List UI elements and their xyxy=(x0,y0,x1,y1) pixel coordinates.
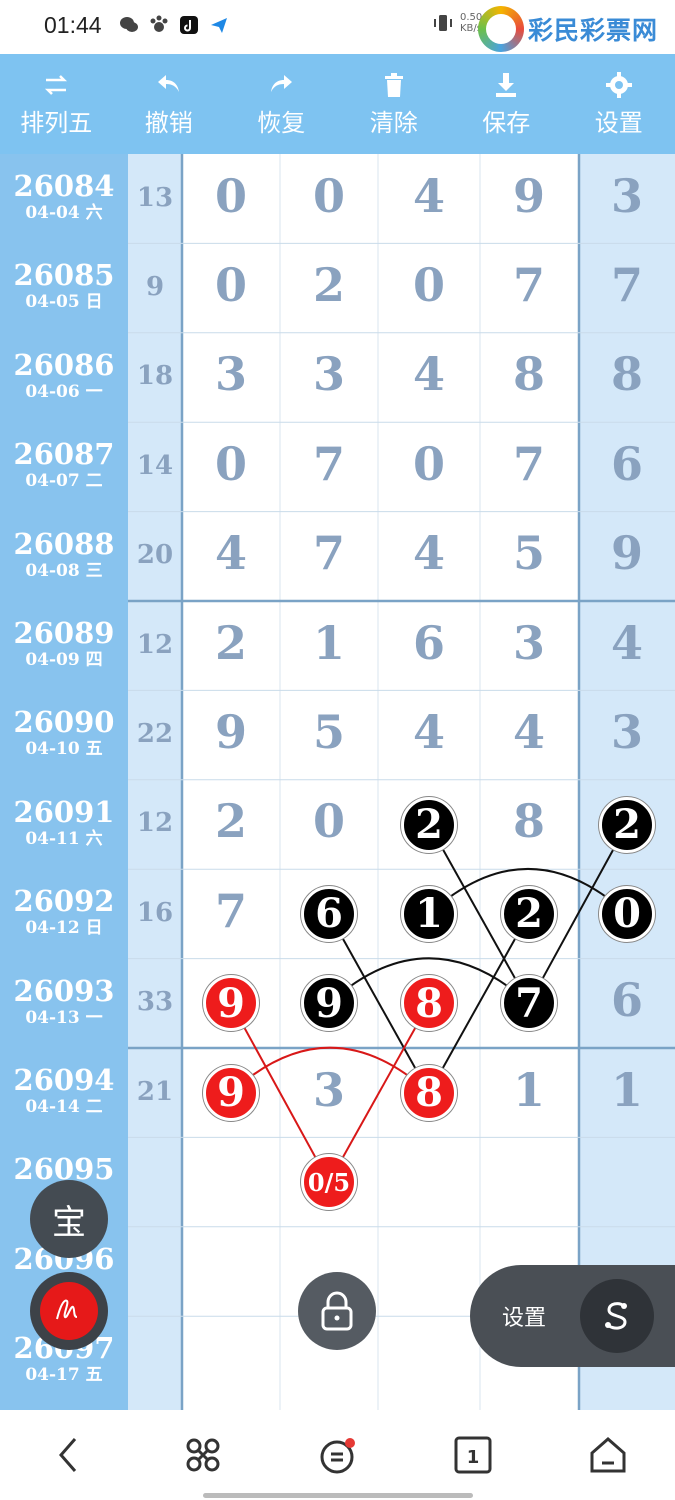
black-mark[interactable]: 2 xyxy=(401,796,457,853)
menu-button[interactable] xyxy=(270,1410,405,1500)
home-button[interactable] xyxy=(540,1410,675,1500)
vibrate-icon xyxy=(434,15,452,31)
black-mark[interactable]: 7 xyxy=(501,975,557,1032)
gear-icon xyxy=(605,71,632,98)
swap-arrows-icon xyxy=(45,74,68,95)
black-mark[interactable]: 9 xyxy=(301,975,357,1032)
back-icon xyxy=(58,1438,76,1472)
redo-label: 恢复 xyxy=(257,108,306,137)
black-mark[interactable]: 2 xyxy=(599,796,655,853)
toolbar: 排列五 撤销 恢复 清除 保存 设置 xyxy=(0,54,675,154)
tab-count-icon: 1 xyxy=(454,1436,491,1474)
red-mark[interactable]: 8 xyxy=(401,1064,457,1121)
black-mark[interactable]: 2 xyxy=(501,885,557,942)
paw-icon xyxy=(148,14,170,36)
command-button[interactable] xyxy=(135,1410,270,1500)
status-time: 01:44 xyxy=(44,12,102,38)
watermark-logo-icon xyxy=(478,6,524,52)
home-indicator[interactable] xyxy=(203,1493,473,1498)
back-button[interactable] xyxy=(0,1410,135,1500)
red-mark[interactable]: 9 xyxy=(203,1064,259,1121)
home-icon xyxy=(590,1437,625,1473)
status-right: 0.50 KB/s xyxy=(432,12,482,34)
save-button[interactable]: 保存 xyxy=(450,54,563,154)
lock-button[interactable] xyxy=(298,1272,376,1350)
redo-button[interactable]: 恢复 xyxy=(225,54,338,154)
save-label: 保存 xyxy=(482,108,531,137)
trash-icon xyxy=(384,72,403,97)
settings-label: 设置 xyxy=(594,108,643,137)
pen-button[interactable] xyxy=(30,1272,108,1350)
redo-icon xyxy=(271,74,293,92)
black-mark[interactable]: 1 xyxy=(401,885,457,942)
status-bar: 01:44 0.50 KB/s 彩民彩票网 xyxy=(0,0,675,54)
red-mark[interactable]: 0/5 xyxy=(301,1154,357,1211)
black-mark[interactable]: 0 xyxy=(599,885,655,942)
red-mark[interactable]: 8 xyxy=(401,975,457,1032)
clear-label: 清除 xyxy=(369,108,418,137)
settings-pill[interactable]: 设置 xyxy=(470,1265,675,1367)
undo-icon xyxy=(157,74,179,92)
clear-button[interactable]: 清除 xyxy=(338,54,451,154)
notification-icons xyxy=(118,14,230,36)
lottery-type-label: 排列五 xyxy=(20,108,93,137)
nav-bar: 1 xyxy=(0,1410,675,1500)
treasure-button[interactable]: 宝 xyxy=(30,1180,108,1258)
settings-pill-label: 设置 xyxy=(502,1306,547,1331)
s-logo-icon[interactable] xyxy=(580,1279,654,1353)
treasure-label: 宝 xyxy=(52,1202,86,1243)
settings-button[interactable]: 设置 xyxy=(563,54,675,154)
lottery-type-button[interactable]: 排列五 xyxy=(0,54,113,154)
black-mark[interactable]: 6 xyxy=(301,885,357,942)
download-icon xyxy=(496,72,517,97)
watermark: 彩民彩票网 xyxy=(478,6,658,52)
pen-icon xyxy=(40,1282,98,1340)
undo-label: 撤销 xyxy=(144,108,193,137)
red-mark[interactable]: 9 xyxy=(203,975,259,1032)
wechat-icon xyxy=(118,14,140,36)
tabs-button[interactable]: 1 xyxy=(405,1410,540,1500)
watermark-text: 彩民彩票网 xyxy=(528,16,659,45)
lock-icon xyxy=(321,1291,353,1331)
tiktok-icon xyxy=(178,14,200,36)
send-icon xyxy=(208,14,230,36)
undo-button[interactable]: 撤销 xyxy=(113,54,226,154)
tab-count: 1 xyxy=(466,1447,479,1468)
menu-icon xyxy=(320,1438,355,1474)
command-icon xyxy=(186,1438,219,1472)
